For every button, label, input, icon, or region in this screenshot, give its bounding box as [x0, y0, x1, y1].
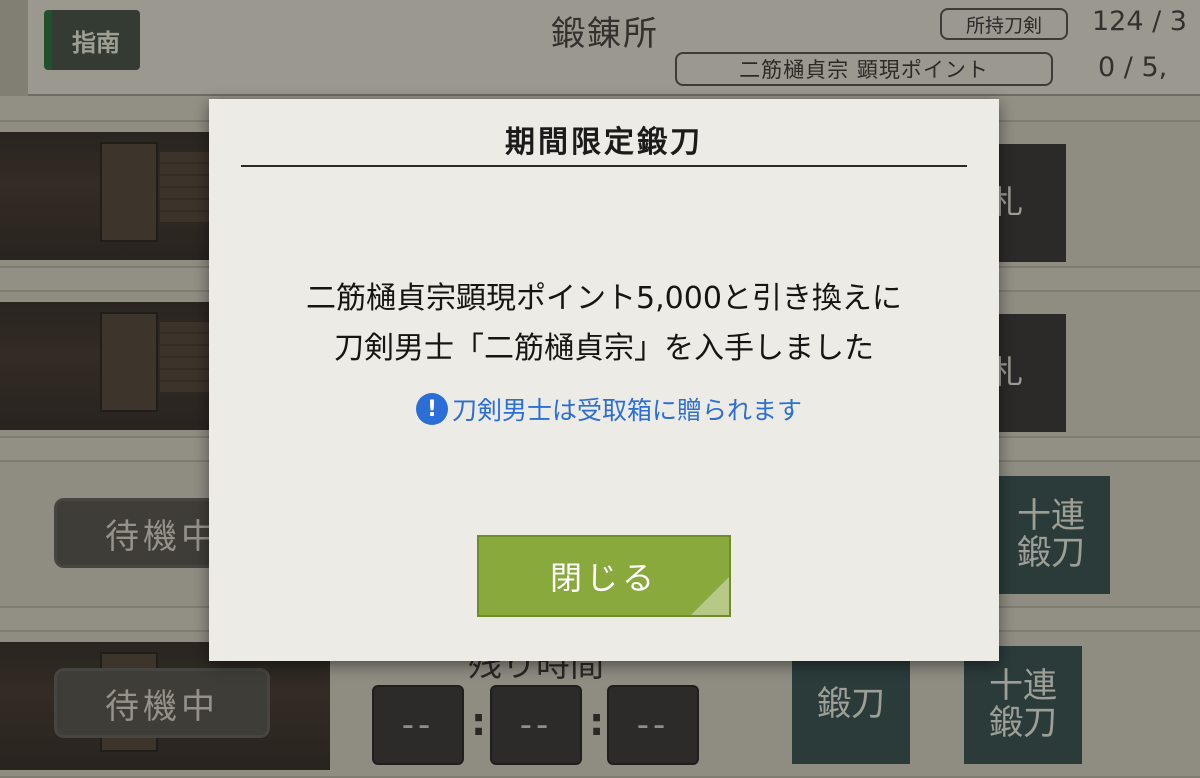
- info-exclamation-icon: !: [415, 393, 448, 425]
- dialog-title: 期間限定鍛刀: [505, 125, 703, 160]
- title-divider: [241, 165, 967, 167]
- message-line-2: 刀剣男士「二筋樋貞宗」を入手しました: [334, 331, 874, 366]
- close-button[interactable]: 閉じる: [477, 535, 731, 617]
- close-button-label: 閉じる: [549, 559, 658, 597]
- notice-text: 刀剣男士は受取箱に贈られます: [451, 396, 802, 425]
- button-corner-fold: [691, 577, 729, 615]
- limited-forge-dialog: 期間限定鍛刀 二筋樋貞宗顕現ポイント5,000と引き換えに 刀剣男士「二筋樋貞宗…: [209, 99, 999, 661]
- notice: ! 刀剣男士は受取箱に贈られます: [369, 391, 849, 427]
- message-line-1: 二筋樋貞宗顕現ポイント5,000と引き換えに: [306, 281, 902, 316]
